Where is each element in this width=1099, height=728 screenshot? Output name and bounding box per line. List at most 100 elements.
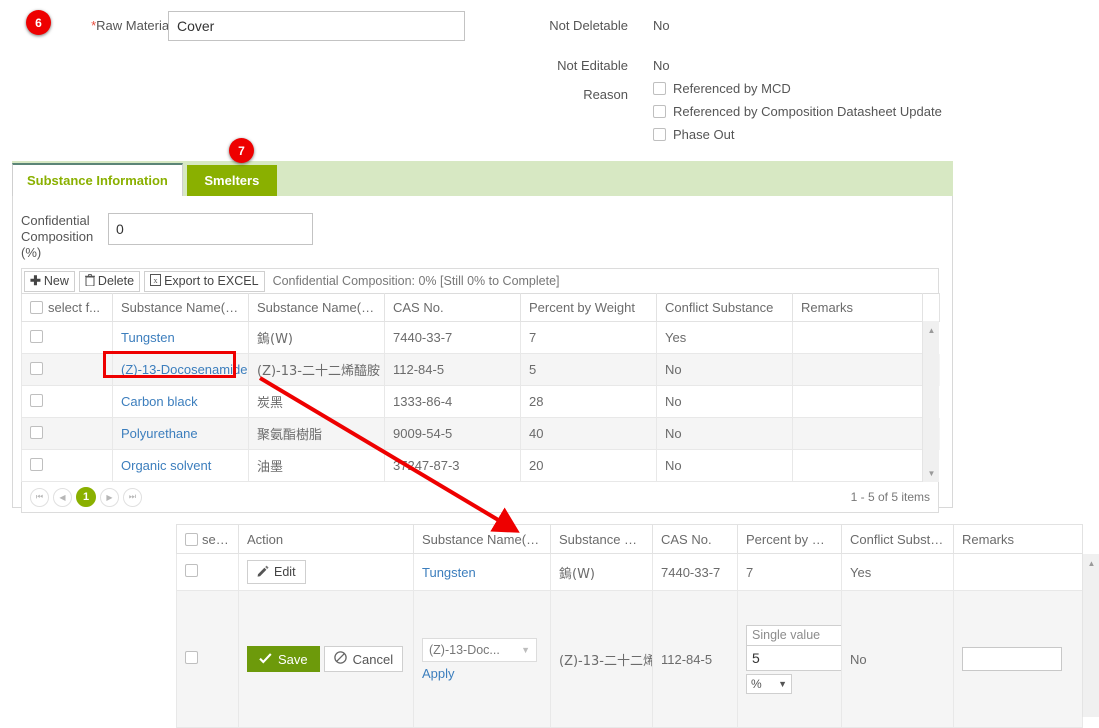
reason-option-referenced-by-composition-datasheet-update[interactable]: Referenced by Composition Datasheet Upda… [653, 104, 942, 119]
row-checkbox-cell[interactable] [176, 590, 239, 728]
row-checkbox-cell[interactable] [21, 449, 113, 482]
cell-conflict-substance: No [656, 449, 793, 482]
tab-label: Smelters [204, 173, 260, 188]
percent-value-input[interactable] [746, 644, 841, 671]
column-cas-no[interactable]: CAS No. [652, 524, 738, 554]
substance-link[interactable]: Tungsten [121, 330, 175, 345]
cell-action: Save Cancel [238, 590, 414, 728]
row-checkbox-cell[interactable] [21, 417, 113, 450]
tab-substance-information[interactable]: Substance Information [12, 163, 183, 196]
checkbox-icon[interactable] [653, 105, 666, 118]
cell-substance-name-en[interactable]: Tungsten [413, 553, 551, 591]
checkbox-icon[interactable] [185, 651, 198, 664]
column-select-all[interactable]: sele... [176, 524, 239, 554]
checkbox-icon[interactable] [30, 329, 43, 343]
substance-dropdown[interactable]: (Z)-13-Doc... ▼ [422, 637, 537, 662]
chevron-down-icon[interactable]: ▼ [778, 679, 787, 689]
confidential-composition-input[interactable] [108, 213, 313, 245]
raw-material-input[interactable] [168, 11, 465, 41]
column-percent-by-weight[interactable]: Percent by Wei... [737, 524, 842, 554]
checkbox-icon[interactable] [185, 532, 198, 546]
cell-cas-no: 7440-33-7 [384, 321, 521, 354]
substance-link[interactable]: Carbon black [121, 394, 198, 409]
new-button[interactable]: ✚ New [24, 270, 75, 292]
page-number-button[interactable]: 1 [76, 487, 96, 507]
column-substance-name-en[interactable]: Substance Name(En) [112, 293, 249, 322]
delete-button[interactable]: Delete [78, 270, 141, 292]
reason-option-label: Referenced by Composition Datasheet Upda… [673, 104, 942, 119]
checkbox-icon[interactable] [30, 457, 43, 471]
row-checkbox-cell[interactable] [21, 385, 113, 418]
column-substance-name-ch[interactable]: Substance Name(Ch) [248, 293, 385, 322]
scroll-up-icon[interactable]: ▲ [923, 323, 940, 337]
table-row[interactable]: Tungsten 鎢(W) 7440-33-7 7 Yes [21, 321, 940, 354]
row-checkbox-cell[interactable] [176, 553, 239, 591]
cell-substance-name-en[interactable]: Tungsten [112, 321, 249, 354]
checkbox-icon[interactable] [653, 128, 666, 141]
reason-option-referenced-by-mcd[interactable]: Referenced by MCD [653, 81, 791, 96]
remarks-input[interactable] [962, 647, 1062, 671]
row-checkbox-cell[interactable] [21, 353, 113, 386]
table-row[interactable]: Organic solvent 油墨 37247-87-3 20 No [21, 449, 940, 482]
scroll-up-icon[interactable]: ▲ [1083, 556, 1099, 570]
edit-grid-vertical-scrollbar[interactable]: ▲ [1082, 554, 1099, 717]
last-page-button[interactable]: ⏭ [123, 487, 142, 507]
cell-substance-name-ch: 炭黑 [248, 385, 385, 418]
save-button[interactable]: Save [247, 646, 320, 672]
checkbox-icon[interactable] [30, 301, 43, 314]
grid-vertical-scrollbar[interactable]: ▲ ▼ [922, 321, 939, 482]
cell-percent-by-weight: 7 [737, 553, 842, 591]
column-select-all[interactable]: select f... [21, 293, 113, 322]
cell-percent-by-weight: 20 [520, 449, 657, 482]
cell-cas-no: 7440-33-7 [652, 553, 738, 591]
cell-substance-name-en[interactable]: (Z)-13-Docosenamide [112, 353, 249, 386]
substance-link[interactable]: Organic solvent [121, 458, 211, 473]
table-row[interactable]: (Z)-13-Docosenamide (Z)-13-二十二烯醯胺 112-84… [21, 353, 940, 386]
column-remarks[interactable]: Remarks [792, 293, 923, 322]
cell-substance-name-en[interactable]: Carbon black [112, 385, 249, 418]
table-row[interactable]: Carbon black 炭黑 1333-86-4 28 No [21, 385, 940, 418]
cell-substance-name-en[interactable]: Organic solvent [112, 449, 249, 482]
cell-conflict-substance: No [656, 385, 793, 418]
substance-link[interactable]: Tungsten [422, 565, 476, 580]
column-percent-by-weight[interactable]: Percent by Weight [520, 293, 657, 322]
column-cas-no[interactable]: CAS No. [384, 293, 521, 322]
table-row[interactable]: Edit Tungsten 鎢(W) 7440-33-7 7 Yes [176, 553, 1083, 591]
first-page-button[interactable]: ⏮ [30, 487, 49, 507]
row-checkbox-cell[interactable] [21, 321, 113, 354]
column-conflict-substance[interactable]: Conflict Substa... [841, 524, 954, 554]
checkbox-icon[interactable] [30, 393, 43, 407]
column-substance-name-ch[interactable]: Substance Na... [550, 524, 653, 554]
checkbox-icon[interactable] [653, 82, 666, 95]
cell-remarks [792, 449, 923, 482]
prev-page-button[interactable]: ◀ [53, 487, 72, 507]
export-to-excel-button[interactable]: x Export to EXCEL [144, 270, 265, 292]
checkbox-icon[interactable] [30, 425, 43, 439]
column-remarks[interactable]: Remarks [953, 524, 1083, 554]
table-header-row: select f... Substance Name(En) Substance… [21, 293, 940, 322]
reason-option-phase-out[interactable]: Phase Out [653, 127, 734, 142]
tab-smelters[interactable]: Smelters [186, 165, 277, 196]
delete-button-label: Delete [97, 274, 135, 288]
table-row[interactable]: Polyurethane 聚氨酯樹脂 9009-54-5 40 No [21, 417, 940, 450]
substance-link[interactable]: Polyurethane [121, 426, 198, 441]
substance-link[interactable]: (Z)-13-Docosenamide [121, 362, 247, 377]
next-page-button[interactable]: ▶ [100, 487, 119, 507]
checkbox-icon[interactable] [185, 564, 198, 577]
apply-link[interactable]: Apply [422, 666, 455, 681]
chevron-down-icon[interactable]: ▼ [521, 645, 530, 655]
cell-percent-by-weight: 5 [520, 353, 657, 386]
percent-mode-label: Single value [746, 624, 841, 645]
edit-button[interactable]: Edit [247, 560, 306, 584]
cell-cas-no: 112-84-5 [384, 353, 521, 386]
column-substance-name-en[interactable]: Substance Name(En) [413, 524, 551, 554]
table-row-editing[interactable]: Save Cancel (Z)-13-Doc... ▼ Apply (Z)-13… [176, 590, 1083, 728]
cell-substance-name-en[interactable]: Polyurethane [112, 417, 249, 450]
svg-text:x: x [154, 276, 158, 285]
column-conflict-substance[interactable]: Conflict Substance [656, 293, 793, 322]
substance-table: select f... Substance Name(En) Substance… [21, 293, 940, 482]
cancel-button[interactable]: Cancel [323, 646, 404, 672]
checkbox-icon[interactable] [30, 361, 43, 375]
scroll-down-icon[interactable]: ▼ [923, 466, 940, 480]
percent-unit-select[interactable]: % ▼ [746, 673, 792, 694]
